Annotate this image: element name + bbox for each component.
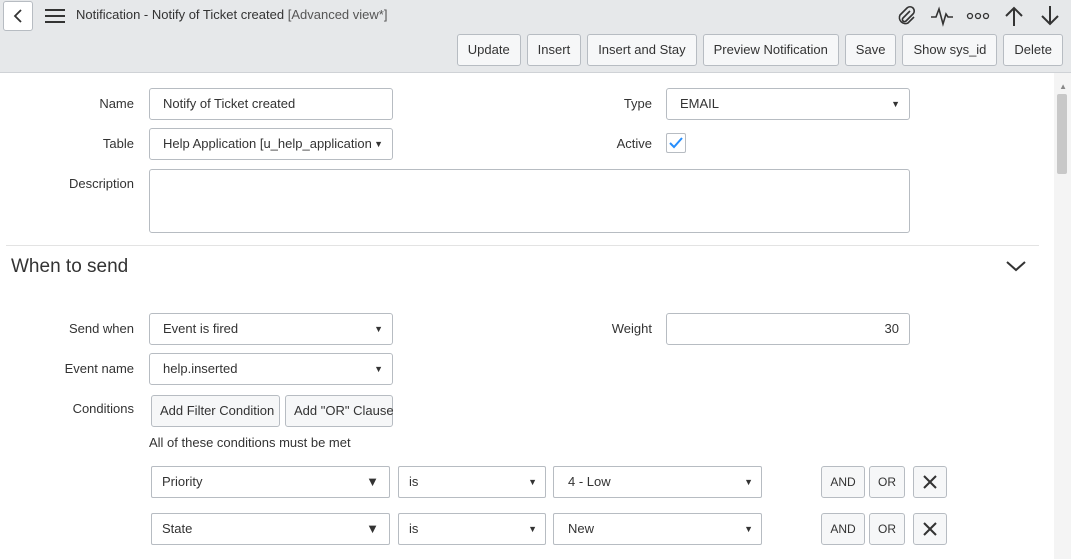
active-checkbox[interactable] bbox=[666, 133, 686, 153]
condition-and-button[interactable]: AND bbox=[821, 513, 865, 545]
weight-value: 30 bbox=[884, 321, 899, 336]
chevron-down-icon: ▼ bbox=[374, 139, 383, 149]
name-field[interactable]: Notify of Ticket created bbox=[149, 88, 393, 120]
action-buttons: Update Insert Insert and Stay Preview No… bbox=[456, 34, 1063, 66]
add-filter-condition-button[interactable]: Add Filter Condition bbox=[151, 395, 280, 427]
back-button[interactable] bbox=[3, 1, 33, 31]
condition-or-button[interactable]: OR bbox=[869, 466, 905, 498]
paperclip-icon[interactable] bbox=[893, 4, 919, 28]
condition-value: 4 - Low bbox=[568, 474, 611, 489]
conditions-note: All of these conditions must be met bbox=[149, 435, 351, 450]
table-label: Table bbox=[102, 136, 134, 151]
update-button[interactable]: Update bbox=[456, 34, 521, 66]
scroll-up-icon[interactable]: ▲ bbox=[1059, 82, 1067, 91]
header-icons bbox=[893, 4, 1063, 28]
type-value: EMAIL bbox=[680, 96, 720, 111]
close-icon bbox=[923, 475, 937, 489]
condition-operator-select[interactable]: is ▼ bbox=[398, 466, 546, 498]
condition-field-select[interactable]: State ▼ bbox=[151, 513, 390, 545]
view-indicator: [Advanced view*] bbox=[287, 7, 388, 22]
scrollbar-thumb[interactable] bbox=[1057, 94, 1067, 174]
delete-button[interactable]: Delete bbox=[1003, 34, 1063, 66]
send-when-select[interactable]: Event is fired ▼ bbox=[149, 313, 393, 345]
description-textarea[interactable] bbox=[149, 169, 910, 233]
condition-and-button[interactable]: AND bbox=[821, 466, 865, 498]
arrow-down-icon[interactable] bbox=[1037, 4, 1063, 28]
send-when-label: Send when bbox=[68, 321, 134, 336]
add-or-clause-button[interactable]: Add "OR" Clause bbox=[285, 395, 394, 427]
form-header: Notification - Notify of Ticket created … bbox=[0, 0, 1071, 73]
activity-icon[interactable] bbox=[929, 4, 955, 28]
name-label: Name bbox=[99, 96, 134, 111]
close-icon bbox=[923, 522, 937, 536]
section-divider bbox=[6, 245, 1039, 246]
condition-field-select[interactable]: Priority ▼ bbox=[151, 466, 390, 498]
conditions-label: Conditions bbox=[72, 401, 134, 416]
chevron-down-icon: ▼ bbox=[528, 524, 537, 534]
condition-operator-value: is bbox=[409, 521, 419, 536]
type-label: Type bbox=[623, 96, 652, 111]
chevron-down-icon: ▼ bbox=[374, 324, 383, 334]
event-name-select[interactable]: help.inserted ▼ bbox=[149, 353, 393, 385]
chevron-down-icon: ▼ bbox=[744, 524, 753, 534]
active-label: Active bbox=[616, 136, 652, 151]
title-text: Notification - Notify of Ticket created bbox=[76, 7, 285, 22]
chevron-down-icon: ▼ bbox=[366, 521, 379, 536]
condition-field-value: State bbox=[162, 521, 193, 536]
show-sys-id-button[interactable]: Show sys_id bbox=[902, 34, 998, 66]
page-title: Notification - Notify of Ticket created … bbox=[76, 7, 387, 22]
type-select[interactable]: EMAIL ▼ bbox=[666, 88, 910, 120]
more-icon[interactable] bbox=[965, 4, 991, 28]
checkmark-icon bbox=[669, 137, 683, 149]
chevron-down-icon: ▼ bbox=[366, 474, 379, 489]
condition-remove-button[interactable] bbox=[913, 466, 947, 498]
chevron-down-icon: ▼ bbox=[744, 477, 753, 487]
chevron-down-icon: ▼ bbox=[528, 477, 537, 487]
condition-value-select[interactable]: New ▼ bbox=[553, 513, 762, 545]
insert-and-stay-button[interactable]: Insert and Stay bbox=[587, 34, 697, 66]
event-name-value: help.inserted bbox=[163, 361, 238, 376]
event-name-label: Event name bbox=[64, 361, 134, 376]
weight-label: Weight bbox=[611, 321, 652, 336]
condition-value-select[interactable]: 4 - Low ▼ bbox=[553, 466, 762, 498]
condition-operator-select[interactable]: is ▼ bbox=[398, 513, 546, 545]
condition-operator-value: is bbox=[409, 474, 419, 489]
weight-field[interactable]: 30 bbox=[666, 313, 910, 345]
save-button[interactable]: Save bbox=[844, 34, 897, 66]
preview-notification-button[interactable]: Preview Notification bbox=[702, 34, 839, 66]
description-label: Description bbox=[68, 176, 134, 191]
condition-field-value: Priority bbox=[162, 474, 203, 489]
section-title-when-to-send: When to send bbox=[11, 256, 129, 277]
back-icon bbox=[13, 9, 22, 23]
condition-value: New bbox=[568, 521, 595, 536]
chevron-down-icon: ▼ bbox=[374, 364, 383, 374]
chevron-down-icon: ▼ bbox=[891, 99, 900, 109]
table-value: Help Application [u_help_application bbox=[163, 136, 372, 151]
table-select[interactable]: Help Application [u_help_application ▼ bbox=[149, 128, 393, 160]
collapse-chevron-icon[interactable] bbox=[1005, 259, 1027, 276]
condition-remove-button[interactable] bbox=[913, 513, 947, 545]
send-when-value: Event is fired bbox=[163, 321, 239, 336]
insert-button[interactable]: Insert bbox=[526, 34, 582, 66]
condition-or-button[interactable]: OR bbox=[869, 513, 905, 545]
menu-icon[interactable] bbox=[45, 9, 65, 23]
arrow-up-icon[interactable] bbox=[1001, 4, 1027, 28]
name-value: Notify of Ticket created bbox=[163, 96, 296, 111]
